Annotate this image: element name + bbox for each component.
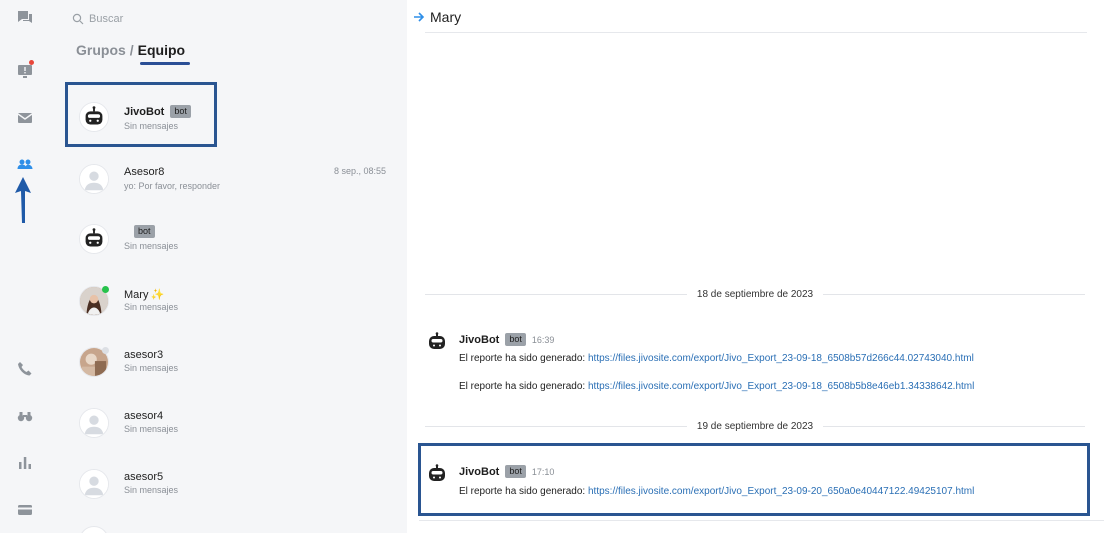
chat-bubbles-icon <box>18 11 32 23</box>
left-nav-rail <box>0 0 50 533</box>
team-icon <box>17 159 33 169</box>
mail-nav-button[interactable] <box>13 106 37 130</box>
arrow-right-icon[interactable] <box>412 10 426 24</box>
chat-header: Mary <box>407 0 1104 33</box>
search-icon <box>72 13 84 25</box>
online-status-dot <box>102 286 109 293</box>
visitors-nav-button[interactable] <box>13 59 37 83</box>
message-sender: JivoBot <box>459 333 500 346</box>
default-user-icon <box>80 409 108 437</box>
date-label: 19 de septiembre de 2023 <box>696 420 814 432</box>
monitoring-nav-button[interactable] <box>13 404 37 428</box>
reports-nav-button[interactable] <box>13 451 37 475</box>
report-link[interactable]: https://files.jivosite.com/export/Jivo_E… <box>588 381 974 392</box>
message-text: El reporte ha sido generado: https://fil… <box>459 353 974 364</box>
bot-badge: bot <box>505 333 526 346</box>
tab-separator: / <box>129 42 134 58</box>
contact-last-time: 8 sep., 08:55 <box>333 166 386 176</box>
contact-name: asesor5 <box>124 471 164 483</box>
bar-chart-icon <box>19 457 31 469</box>
default-user-icon <box>80 165 108 193</box>
annotation-highlight-box <box>65 82 217 147</box>
search-bar <box>72 10 239 28</box>
active-tab-underline <box>140 62 190 65</box>
date-separator: 19 de septiembre de 2023 <box>425 419 1086 433</box>
header-divider <box>425 32 1087 33</box>
tab-equipo[interactable]: Equipo <box>138 42 185 58</box>
contact-name-row: asesor3 <box>124 349 163 361</box>
contact-item-asesor3[interactable]: asesor3 Sin mensajes <box>50 333 395 393</box>
message-avatar <box>426 331 448 353</box>
avatar <box>79 469 109 499</box>
contact-last-message: Sin mensajes <box>124 485 179 495</box>
credit-card-icon <box>18 505 32 515</box>
contact-last-message: Sin mensajes <box>124 302 179 312</box>
contact-last-message: Sin mensajes <box>124 424 179 434</box>
contact-last-message: yo: Por favor, responder <box>124 181 221 191</box>
composer-divider <box>419 520 1104 521</box>
contact-name-row: Asesor8 <box>124 166 164 178</box>
phone-icon <box>18 362 32 376</box>
notification-dot <box>29 60 34 65</box>
chats-nav-button[interactable] <box>13 6 37 30</box>
annotation-highlight-box <box>418 443 1090 516</box>
contact-name: Mary <box>124 288 149 301</box>
list-tabs: Grupos / Equipo <box>76 42 185 58</box>
contact-name-row: Mary ✨ <box>124 288 165 302</box>
contact-item-mary[interactable]: Mary ✨ Sin mensajes <box>50 272 395 332</box>
chat-panel: Mary 18 de septiembre de 2023 JivoBot bo… <box>395 0 1104 533</box>
message-text: El reporte ha sido generado: https://fil… <box>459 381 975 392</box>
team-nav-button[interactable] <box>13 153 37 177</box>
contact-last-message: Sin mensajes <box>124 241 179 251</box>
bot-badge: bot <box>134 225 155 238</box>
tab-grupos[interactable]: Grupos <box>76 42 126 58</box>
sparkle-icon: ✨ <box>150 289 165 301</box>
default-user-icon <box>80 470 108 498</box>
contact-last-message: Sin mensajes <box>124 363 179 373</box>
contact-name: Asesor8 <box>124 166 165 178</box>
chat-title: Mary <box>430 9 462 25</box>
contact-name: asesor3 <box>124 349 164 361</box>
message-time: 16:39 <box>531 334 555 345</box>
contact-item-asesor5[interactable]: asesor5 Sin mensajes <box>50 455 395 515</box>
contact-name: asesor4 <box>124 410 164 422</box>
date-separator: 18 de septiembre de 2023 <box>425 287 1086 301</box>
robot-icon <box>80 225 108 253</box>
binoculars-icon <box>17 412 33 422</box>
avatar <box>79 164 109 194</box>
contact-item-asesor8[interactable]: Asesor8 yo: Por favor, responder 8 sep.,… <box>50 150 395 210</box>
robot-icon <box>429 332 445 349</box>
date-label: 18 de septiembre de 2023 <box>696 288 814 300</box>
contact-item-asesor4[interactable]: asesor4 Sin mensajes <box>50 394 395 454</box>
annotation-arrow-icon <box>15 177 31 223</box>
contact-name-row: asesor4 <box>124 410 163 422</box>
contact-name-row: bot <box>124 225 155 238</box>
search-input[interactable] <box>89 13 239 25</box>
report-link[interactable]: https://files.jivosite.com/export/Jivo_E… <box>588 353 974 364</box>
contact-list-panel: Grupos / Equipo JivoBot bot Sin mensajes… <box>50 0 395 533</box>
contact-item-bot[interactable]: bot Sin mensajes <box>50 211 395 271</box>
avatar <box>79 224 109 254</box>
offline-status-dot <box>102 347 109 354</box>
mail-icon <box>17 113 33 123</box>
billing-nav-button[interactable] <box>13 498 37 522</box>
calls-nav-button[interactable] <box>13 357 37 381</box>
message-header: JivoBot bot 16:39 <box>459 333 554 346</box>
avatar <box>79 408 109 438</box>
avatar <box>79 526 109 533</box>
contact-name-row: asesor5 <box>124 471 163 483</box>
